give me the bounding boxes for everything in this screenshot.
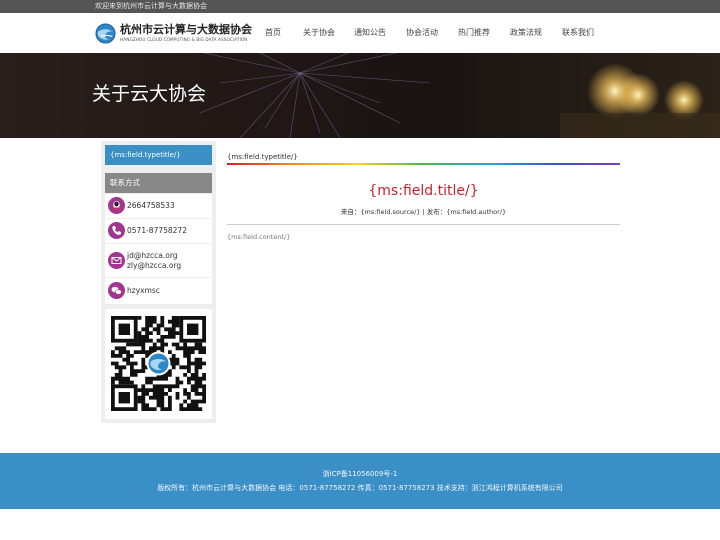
phone-icon bbox=[108, 222, 125, 239]
nav-item-about[interactable]: 关于协会 bbox=[303, 27, 335, 39]
sidebar: {ms:field.typetitle/} 联系方式 2664758533 05… bbox=[101, 141, 216, 423]
footer-copyright: 版权所有：杭州市云计算与大数据协会 电话：0571-87758272 传真：05… bbox=[157, 484, 563, 492]
logo-name-cn: 杭州市云计算与大数据协会 bbox=[120, 23, 252, 36]
contact-item-qq: 2664758533 bbox=[105, 194, 212, 218]
nav-item-contact[interactable]: 联系我们 bbox=[562, 27, 594, 39]
contact-heading: 联系方式 bbox=[105, 173, 212, 193]
site-footer: 浙ICP备11056009号-1 版权所有：杭州市云计算与大数据协会 电话：05… bbox=[0, 453, 720, 509]
nav-item-policies[interactable]: 政策法规 bbox=[510, 27, 542, 39]
qq-icon bbox=[108, 197, 125, 214]
site-logo[interactable]: 杭州市云计算与大数据协会 HANGZHOU CLOUD COMPUTING & … bbox=[95, 22, 255, 46]
contact-qq-number: 2664758533 bbox=[127, 201, 175, 210]
contact-item-email: jd@hzcca.org zly@hzcca.org bbox=[105, 244, 212, 277]
top-welcome-bar: 欢迎来到杭州市云计算与大数据协会 bbox=[0, 0, 720, 13]
contact-email-1[interactable]: jd@hzcca.org bbox=[127, 251, 178, 261]
logo-globe-icon bbox=[95, 23, 116, 44]
article-category: {ms:field.typetitle/} bbox=[227, 153, 298, 161]
article-body: {ms:field.content/} bbox=[227, 233, 291, 241]
site-header: 杭州市云计算与大数据协会 HANGZHOU CLOUD COMPUTING & … bbox=[0, 13, 720, 53]
contact-item-phone: 0571-87758272 bbox=[105, 219, 212, 243]
mail-icon bbox=[108, 252, 125, 269]
wechat-icon bbox=[108, 282, 125, 299]
footer-icp[interactable]: 浙ICP备11056009号-1 bbox=[0, 470, 720, 479]
contact-phone-number: 0571-87758272 bbox=[127, 226, 187, 235]
contact-item-wechat: hzyxmsc bbox=[105, 278, 212, 304]
nav-item-notices[interactable]: 通知公告 bbox=[354, 27, 386, 39]
page-banner: 关于云大协会 bbox=[0, 53, 720, 138]
welcome-text: 欢迎来到杭州市云计算与大数据协会 bbox=[95, 2, 207, 10]
qr-code-image bbox=[111, 316, 206, 411]
article-divider bbox=[227, 224, 620, 225]
banner-title: 关于云大协会 bbox=[92, 83, 207, 105]
article-meta: 来自：{ms:field.source/} | 发布：{ms:field.aut… bbox=[340, 208, 507, 216]
wechat-qr-code bbox=[105, 309, 212, 419]
article-title: {ms:field.title/} bbox=[368, 183, 479, 199]
nav-item-recommended[interactable]: 热门推荐 bbox=[458, 27, 490, 39]
rainbow-divider bbox=[227, 163, 620, 165]
nav-item-activities[interactable]: 协会活动 bbox=[406, 27, 438, 39]
sidebar-category-title[interactable]: {ms:field.typetitle/} bbox=[105, 145, 212, 165]
logo-name-en: HANGZHOU CLOUD COMPUTING & BIG DATA ASSO… bbox=[120, 37, 248, 42]
nav-item-home[interactable]: 首页 bbox=[265, 27, 281, 39]
contact-email-2[interactable]: zly@hzcca.org bbox=[127, 261, 181, 271]
contact-wechat-id: hzyxmsc bbox=[127, 286, 160, 295]
